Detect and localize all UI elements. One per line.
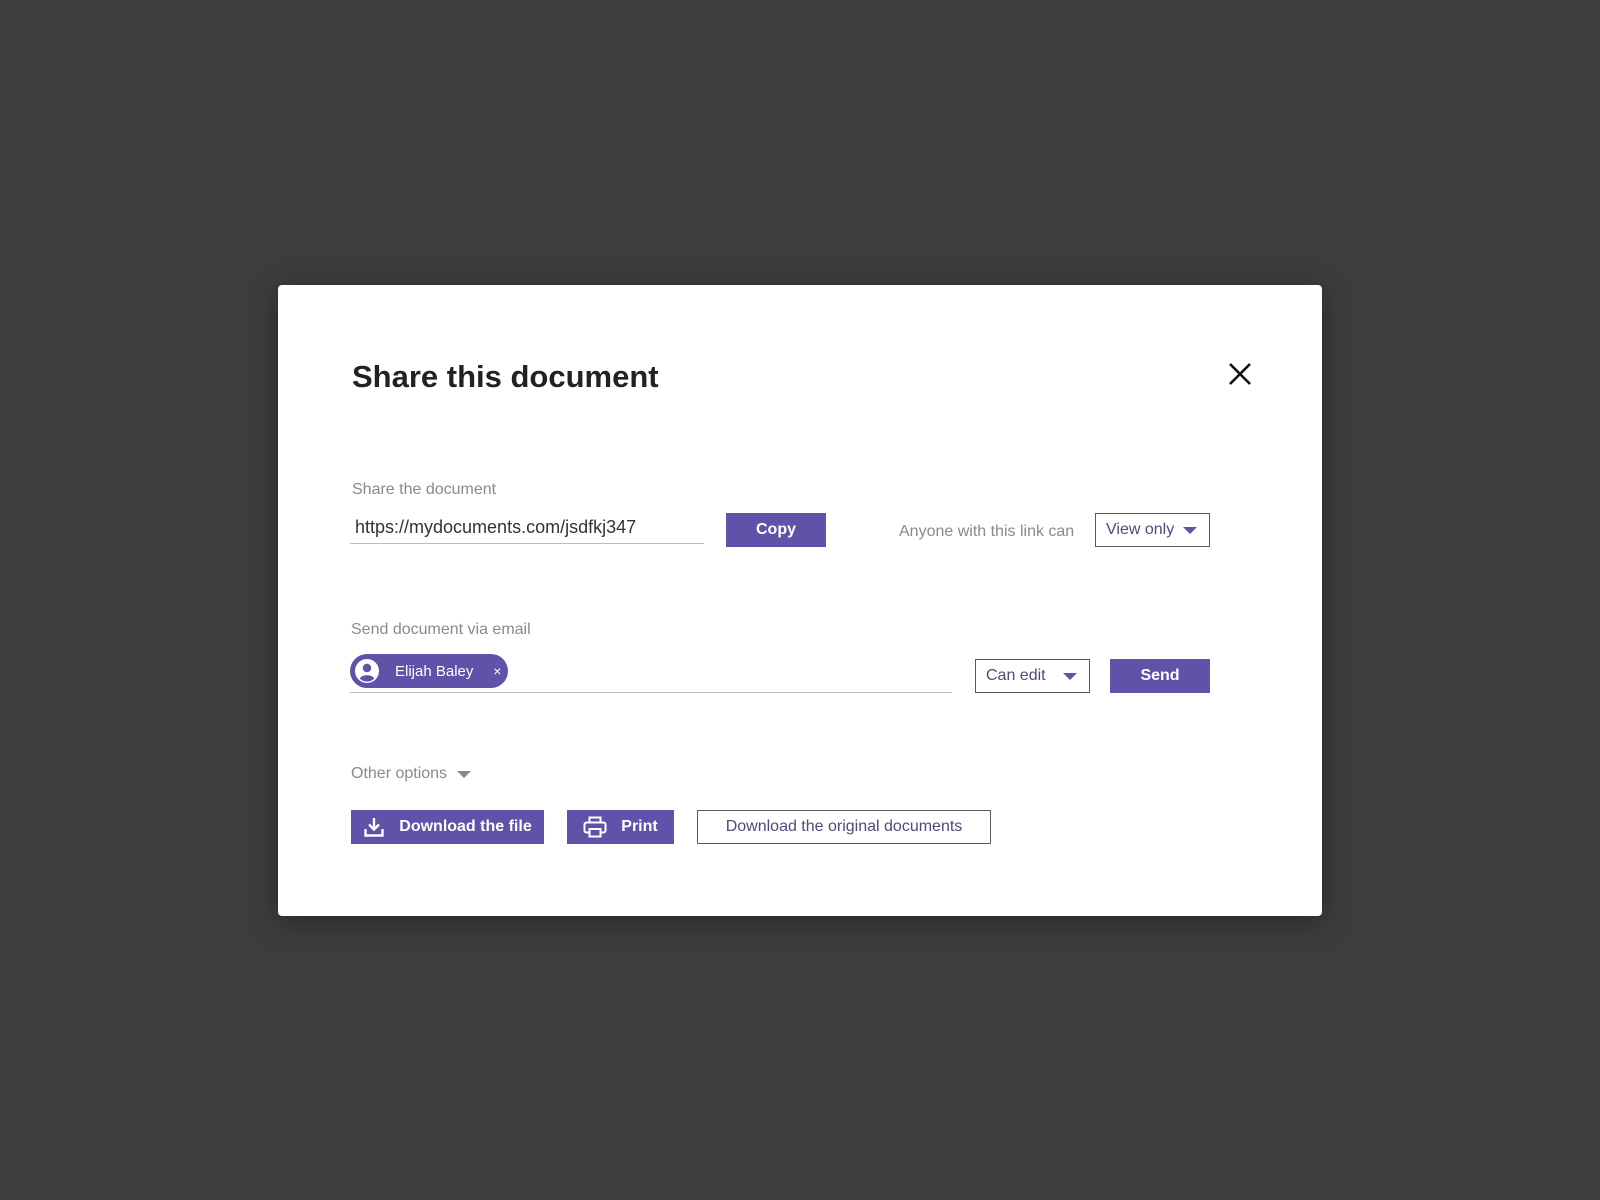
other-options-label: Other options (351, 765, 448, 782)
email-permission-value: Can edit (986, 667, 1046, 684)
email-section-label: Send document via email (351, 621, 531, 638)
other-options-toggle[interactable]: Other options (351, 765, 472, 783)
download-file-button[interactable]: Download the file (351, 810, 544, 844)
user-circle-icon (353, 657, 381, 685)
link-permission-value: View only (1106, 521, 1175, 538)
print-label: Print (621, 818, 658, 835)
print-button[interactable]: Print (567, 810, 674, 844)
link-permission-select[interactable]: View only (1095, 513, 1210, 547)
email-recipients-field[interactable]: Elijah Baley × (350, 653, 952, 693)
chevron-down-icon (1063, 672, 1077, 680)
share-link-input[interactable] (350, 512, 704, 544)
copy-button[interactable]: Copy (726, 513, 826, 547)
chevron-down-icon (1183, 526, 1197, 534)
download-icon (364, 818, 384, 837)
printer-icon (583, 816, 607, 838)
send-button[interactable]: Send (1110, 659, 1210, 693)
remove-recipient-button[interactable]: × (489, 663, 505, 679)
recipient-chip[interactable]: Elijah Baley × (350, 654, 508, 688)
download-original-button[interactable]: Download the original documents (697, 810, 991, 844)
link-permission-label: Anyone with this link can (899, 523, 1075, 540)
chevron-down-icon (457, 770, 472, 778)
close-icon (1229, 363, 1251, 385)
close-button[interactable] (1225, 359, 1255, 389)
recipient-name: Elijah Baley (395, 662, 474, 680)
share-section-label: Share the document (352, 481, 497, 498)
email-permission-select[interactable]: Can edit (975, 659, 1090, 693)
share-dialog: Share this document Share the document C… (278, 285, 1322, 916)
download-file-label: Download the file (399, 818, 532, 835)
dialog-title: Share this document (352, 359, 659, 394)
